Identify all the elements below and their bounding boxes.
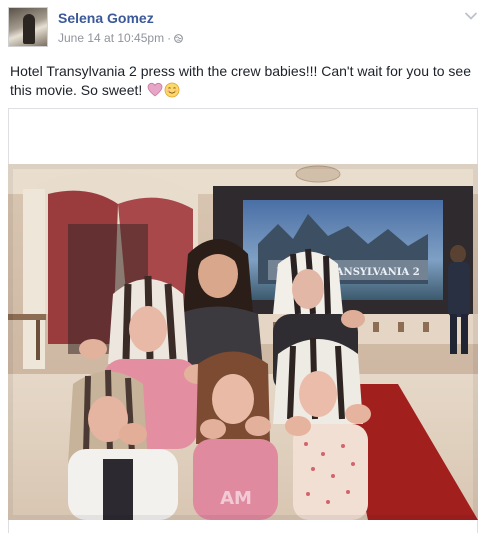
svg-text:AM: AM bbox=[220, 488, 252, 509]
post-meta: June 14 at 10:45pm · bbox=[58, 31, 183, 45]
meta-separator: · bbox=[167, 31, 172, 45]
avatar-figure bbox=[23, 14, 35, 44]
post-message: Hotel Transylvania 2 press with the crew… bbox=[10, 62, 480, 100]
post-message-text: Hotel Transylvania 2 press with the crew… bbox=[10, 63, 472, 98]
photo-scene: HOTEL TRANSYLVANIA 2 AM bbox=[8, 164, 478, 520]
heart-icon bbox=[147, 82, 163, 97]
smiling-face-icon bbox=[164, 82, 180, 98]
avatar[interactable] bbox=[8, 7, 48, 47]
timestamp-link[interactable]: June 14 at 10:45pm bbox=[58, 31, 164, 45]
globe-icon[interactable] bbox=[174, 33, 183, 43]
author-name-link[interactable]: Selena Gomez bbox=[58, 10, 154, 26]
chevron-down-icon[interactable] bbox=[464, 11, 478, 21]
facebook-post: Selena Gomez June 14 at 10:45pm · Hotel … bbox=[0, 0, 488, 533]
post-photo[interactable]: HOTEL TRANSYLVANIA 2 AM bbox=[8, 164, 478, 520]
